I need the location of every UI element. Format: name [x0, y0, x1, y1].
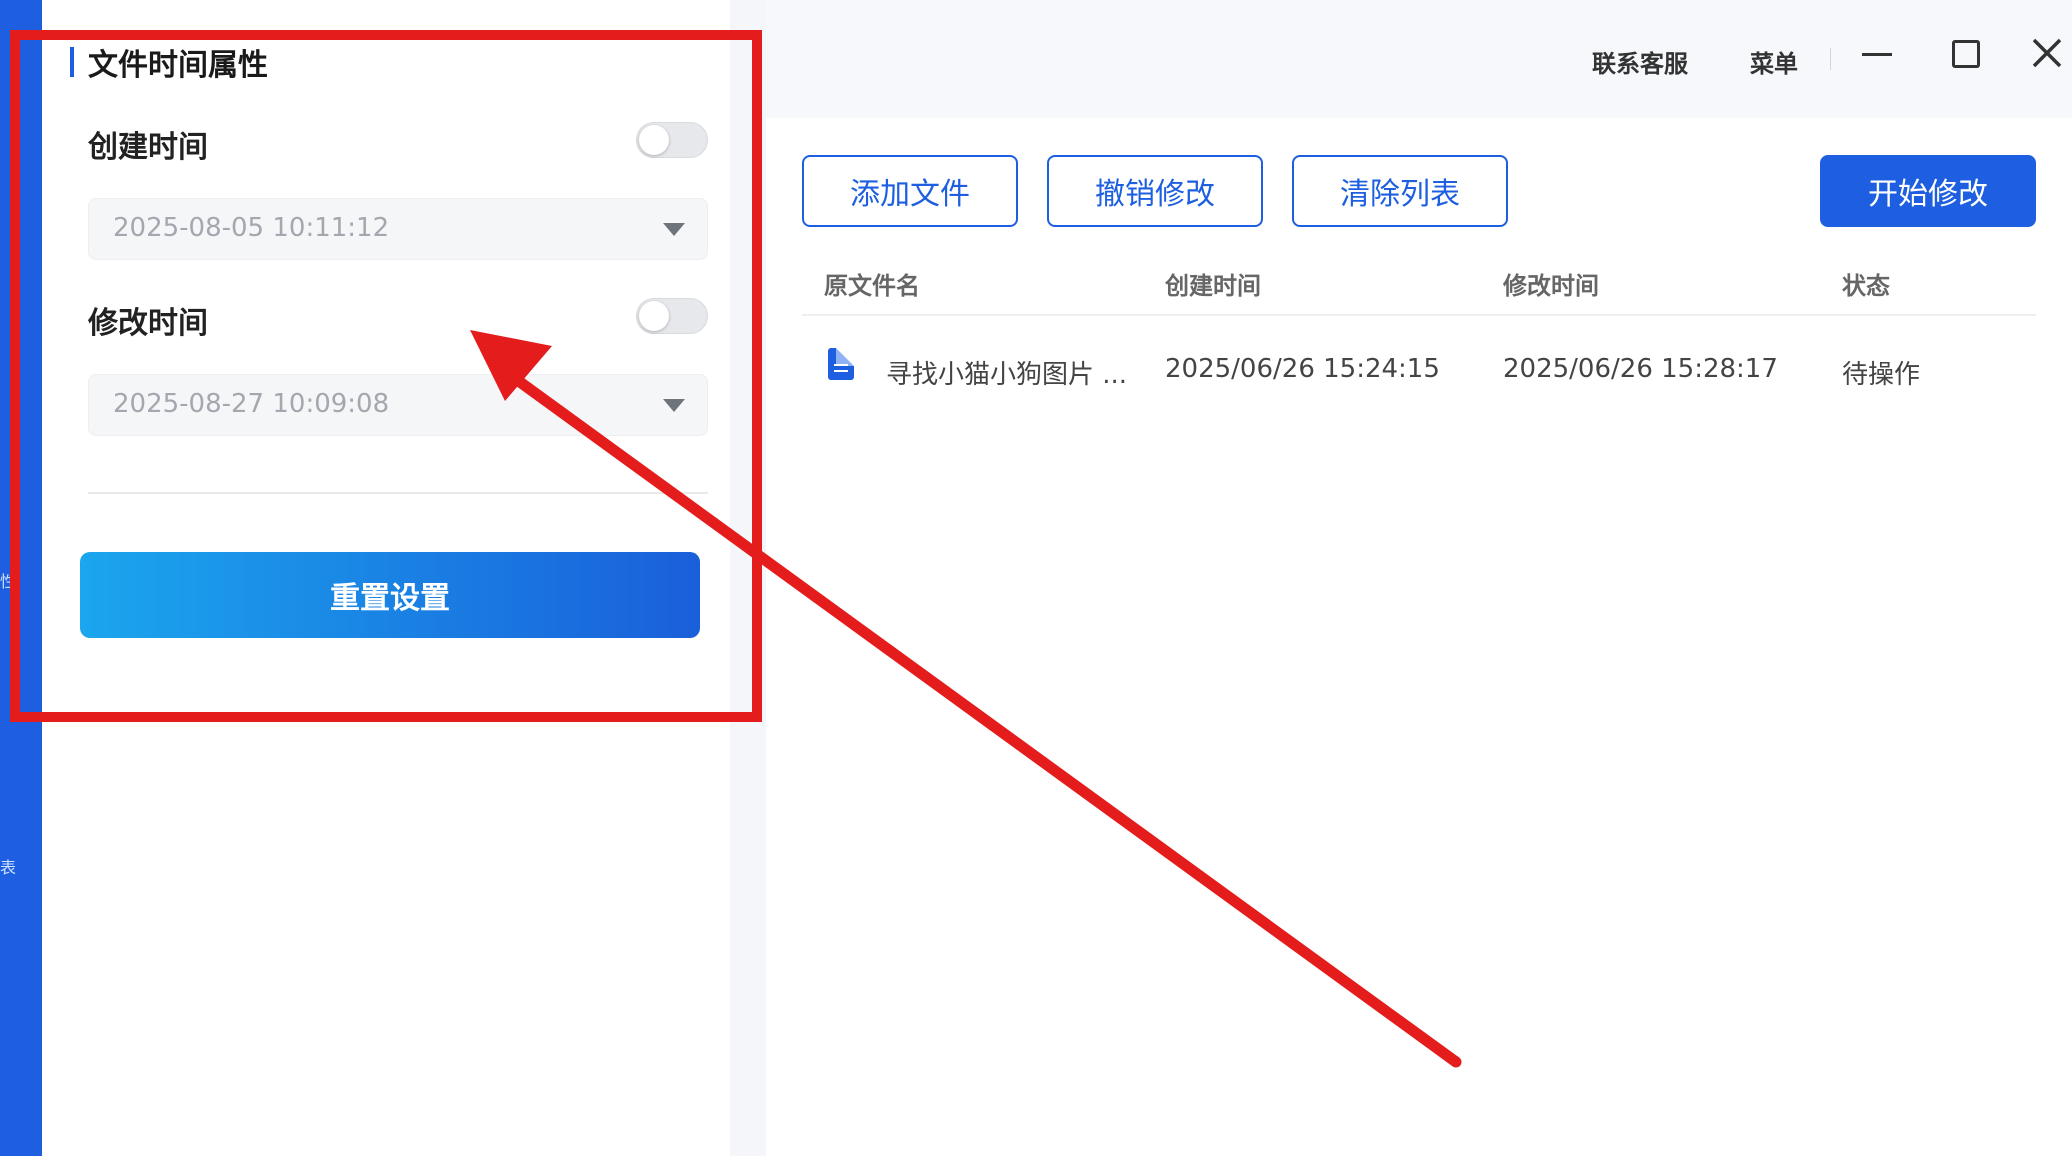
modified-time-picker[interactable]: 2025-08-27 10:09:08: [88, 374, 708, 436]
rail-item-label[interactable]: 性: [0, 574, 16, 590]
minimize-icon: [1862, 53, 1892, 56]
created-time-cell: 2025/06/26 15:24:15: [1165, 354, 1440, 384]
minimize-button[interactable]: [1854, 32, 1898, 76]
created-time-picker[interactable]: 2025-08-05 10:11:12: [88, 198, 708, 260]
caret-down-icon: [663, 399, 685, 412]
add-file-button[interactable]: 添加文件: [802, 155, 1018, 227]
table-row[interactable]: 寻找小猫小狗图片 ... 2025/06/26 15:24:15 2025/06…: [802, 336, 2036, 400]
modified-time-label: 修改时间: [88, 306, 208, 341]
modified-time-cell: 2025/06/26 15:28:17: [1503, 354, 1778, 384]
start-modify-button[interactable]: 开始修改: [1820, 155, 2036, 227]
modified-time-value: 2025-08-27 10:09:08: [113, 389, 390, 419]
titlebar-separator: [1830, 48, 1831, 70]
caret-down-icon: [663, 223, 685, 236]
column-header-created: 创建时间: [1165, 272, 1261, 300]
created-time-label: 创建时间: [88, 130, 208, 165]
section-title: 文件时间属性: [70, 40, 268, 84]
clear-list-button[interactable]: 清除列表: [1292, 155, 1508, 227]
menu-link[interactable]: 菜单: [1750, 44, 1798, 79]
file-name-cell: 寻找小猫小狗图片 ...: [886, 360, 1128, 390]
panel-gutter: [730, 0, 766, 1156]
maximize-button[interactable]: [1944, 32, 1988, 76]
close-icon: [2032, 38, 2062, 68]
close-button[interactable]: [2026, 32, 2070, 76]
toggle-knob: [639, 125, 669, 155]
header-divider: [802, 314, 2036, 316]
created-time-toggle[interactable]: [636, 122, 708, 158]
reset-settings-button[interactable]: 重置设置: [80, 552, 700, 638]
status-cell: 待操作: [1842, 360, 1921, 390]
app-sidebar-rail: 性 表: [0, 0, 42, 1156]
contact-support-link[interactable]: 联系客服: [1592, 44, 1688, 79]
modified-time-toggle[interactable]: [636, 298, 708, 334]
column-header-modified: 修改时间: [1503, 272, 1599, 300]
rail-item-label[interactable]: 表: [0, 860, 16, 876]
section-marker: [70, 47, 74, 77]
document-icon: [828, 348, 854, 380]
undo-changes-button[interactable]: 撤销修改: [1047, 155, 1263, 227]
created-time-value: 2025-08-05 10:11:12: [113, 213, 390, 243]
panel-divider: [88, 492, 708, 494]
maximize-icon: [1952, 40, 1980, 68]
toggle-knob: [639, 301, 669, 331]
column-header-status: 状态: [1842, 272, 1890, 300]
column-header-name: 原文件名: [824, 272, 920, 300]
section-title-text: 文件时间属性: [88, 48, 268, 83]
